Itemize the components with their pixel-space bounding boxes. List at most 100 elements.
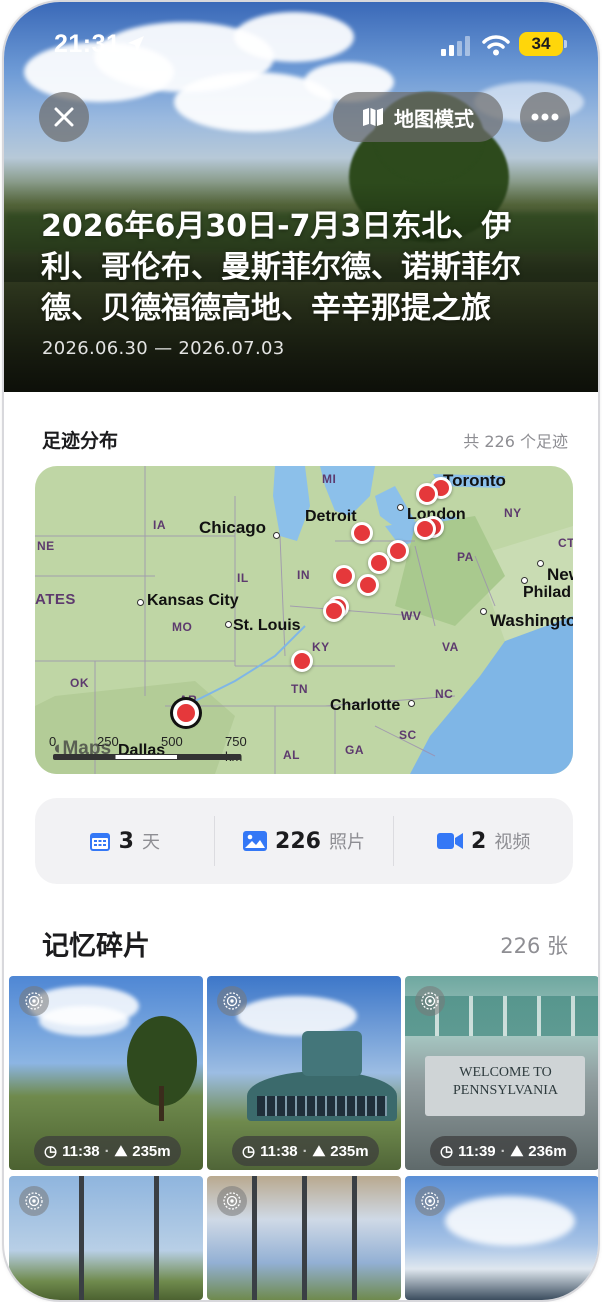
close-icon: [54, 107, 74, 127]
map-state-label: NE: [37, 539, 55, 553]
clock-icon: ◷: [440, 1143, 454, 1160]
memories-title: 记忆碎片: [42, 931, 150, 962]
photo-icon: [243, 831, 268, 851]
footprints-title: 足迹分布: [42, 430, 119, 452]
phone-screen: 21:31 34 地图模式 2026年6月30日-7月3日东北、伊利、哥伦布、曼…: [4, 2, 598, 1300]
welcome-sign-text: WELCOME TO PENNSYLVANIA: [452, 1065, 559, 1098]
map-city-dot: [273, 532, 280, 539]
map-mode-label: 地图模式: [394, 106, 474, 131]
footprint-pin[interactable]: [416, 483, 438, 505]
stat-days-value: 3: [118, 828, 134, 854]
live-photo-icon: [19, 1186, 49, 1216]
map-state-label: GA: [345, 743, 364, 757]
photo-metadata-badge: ◷ 11:38 · ⛰ 235m: [34, 1136, 181, 1166]
photo-altitude: 236m: [528, 1142, 567, 1160]
map-state-label: ATES: [35, 591, 76, 608]
photo-thumbnail[interactable]: ◷ 11:38 · ⛰ 235m: [207, 976, 401, 1170]
map-state-label: PA: [457, 550, 474, 564]
map-state-label: SC: [399, 728, 417, 742]
footprints-map[interactable]: Toronto London Detroit Chicago Kansas Ci…: [35, 466, 573, 774]
map-state-label: NC: [435, 687, 454, 701]
live-photo-icon: [415, 1186, 445, 1216]
map-state-label: IL: [237, 571, 249, 585]
map-state-label: KY: [312, 640, 330, 654]
footprint-pin[interactable]: [351, 522, 373, 544]
map-mode-button[interactable]: 地图模式: [333, 92, 503, 142]
photo-metadata-badge: ◷ 11:38 · ⛰ 235m: [232, 1136, 379, 1166]
separator-dot: ·: [104, 1142, 110, 1160]
footprint-pin[interactable]: [323, 600, 345, 622]
status-bar: 21:31 34: [4, 24, 598, 64]
map-city-label: New: [547, 565, 573, 584]
map-state-label: IA: [153, 518, 166, 532]
separator-dot: ·: [302, 1142, 308, 1160]
mountain-icon: ⛰: [510, 1142, 524, 1160]
live-photo-icon: [19, 986, 49, 1016]
footprint-pin[interactable]: [414, 518, 436, 540]
photo-metadata-badge: ◷ 11:39 · ⛰ 236m: [430, 1136, 577, 1166]
footprints-count: 共 226 个足迹: [463, 432, 568, 451]
photo-altitude: 235m: [330, 1142, 369, 1160]
video-icon: [437, 833, 464, 849]
photo-altitude: 235m: [132, 1142, 171, 1160]
live-photo-icon: [415, 986, 445, 1016]
calendar-icon: [89, 833, 110, 851]
stat-photos: 226 照片: [215, 798, 394, 884]
stat-photos-value: 226: [275, 828, 321, 854]
separator-dot: ·: [500, 1142, 506, 1160]
footprint-pin[interactable]: [368, 552, 390, 574]
footprint-pin[interactable]: [333, 565, 355, 587]
mountain-icon: ⛰: [114, 1142, 128, 1160]
more-options-button[interactable]: [520, 92, 570, 142]
close-button[interactable]: [39, 92, 89, 142]
map-city-label: Charlotte: [330, 697, 401, 714]
map-city-dot: [397, 504, 404, 511]
hero-cover-photo: 21:31 34 地图模式 2026年6月30日-7月3日东北、伊利、哥伦布、曼…: [4, 2, 598, 392]
map-state-label: IN: [297, 568, 310, 582]
stat-videos-value: 2: [471, 828, 487, 854]
battery-indicator: 34: [519, 32, 567, 56]
trip-stats: 3 天 226 照片 2 视频: [35, 798, 573, 884]
map-state-label: CT: [558, 536, 573, 550]
map-city-label: Chicago: [199, 518, 267, 537]
photo-thumbnail[interactable]: [9, 1176, 203, 1300]
map-city-dot: [537, 560, 544, 567]
live-photo-icon: [217, 1186, 247, 1216]
cellular-signal-icon: [441, 36, 470, 56]
map-state-label: MI: [322, 472, 337, 486]
footprint-pin[interactable]: [291, 650, 313, 672]
map-state-label: TN: [291, 682, 308, 696]
map-city-label: Philad: [523, 584, 572, 601]
map-city-dot: [408, 700, 415, 707]
stat-days: 3 天: [35, 798, 214, 884]
location-arrow-icon: [128, 36, 144, 52]
map-state-label: VA: [442, 640, 459, 654]
footprint-pin[interactable]: [357, 574, 379, 596]
map-city-label: St. Louis: [233, 617, 301, 634]
photo-thumbnail[interactable]: [207, 1176, 401, 1300]
stat-videos-unit: 视频: [494, 832, 531, 853]
map-city-label: Washington: [490, 611, 573, 630]
trip-date-range: 2026.06.30 — 2026.07.03: [42, 338, 285, 359]
stat-videos: 2 视频: [394, 798, 573, 884]
footprint-pin-selected[interactable]: [173, 700, 199, 726]
ellipsis-icon: [531, 113, 559, 121]
map-city-dot: [521, 577, 528, 584]
photo-thumbnail[interactable]: [405, 1176, 598, 1300]
photo-thumbnail[interactable]: ◷ 11:38 · ⛰ 235m: [9, 976, 203, 1170]
memories-count: 226 张: [500, 934, 568, 958]
mountain-icon: ⛰: [312, 1142, 326, 1160]
stat-days-unit: 天: [141, 832, 160, 853]
live-photo-icon: [217, 986, 247, 1016]
map-state-label: AL: [283, 748, 300, 762]
map-state-label: OK: [70, 676, 89, 690]
scale-label: 500: [161, 734, 183, 749]
memories-header: 记忆碎片 226 张: [42, 924, 568, 962]
map-state-label: NY: [504, 506, 522, 520]
footprint-pin[interactable]: [387, 540, 409, 562]
map-icon: [363, 108, 383, 126]
map-city-label: Toronto: [443, 471, 506, 490]
map-city-label: Detroit: [305, 508, 357, 525]
photo-time: 11:39: [458, 1142, 496, 1160]
photo-thumbnail[interactable]: WELCOME TO PENNSYLVANIA ◷ 11:39 · ⛰ 236m: [405, 976, 598, 1170]
